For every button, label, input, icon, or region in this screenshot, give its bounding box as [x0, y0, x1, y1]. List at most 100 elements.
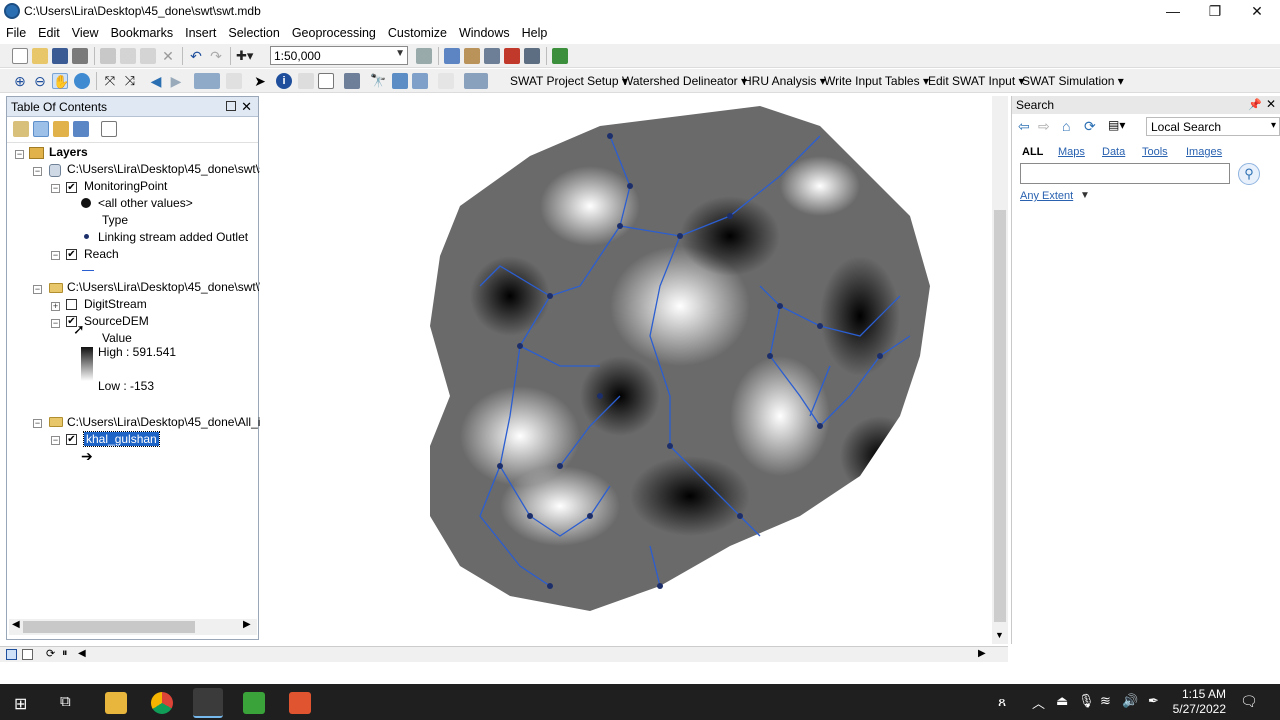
- usb-icon[interactable]: ⏏: [1056, 693, 1068, 709]
- add-data-icon[interactable]: ✚▾: [236, 48, 262, 64]
- hyperlink-icon[interactable]: [298, 73, 314, 89]
- collapse-reach-icon[interactable]: −: [51, 251, 60, 260]
- monitoringpoint-label[interactable]: MonitoringPoint: [84, 179, 167, 193]
- find-icon[interactable]: 🔭: [370, 73, 386, 89]
- home-icon[interactable]: ⌂: [1062, 118, 1070, 134]
- collapse-khal-icon[interactable]: −: [51, 436, 60, 445]
- identify-icon[interactable]: i: [276, 73, 292, 89]
- scroll-down-icon[interactable]: ▼: [995, 630, 1004, 640]
- search-scope-dropdown[interactable]: Local Search ▾: [1146, 117, 1280, 136]
- collapse-sourcedem-icon[interactable]: −: [51, 319, 60, 328]
- collapse-layers-icon[interactable]: −: [15, 150, 24, 159]
- reach-label[interactable]: Reach: [84, 247, 119, 261]
- measure-icon[interactable]: [344, 73, 360, 89]
- redo-icon[interactable]: ↷: [208, 48, 224, 64]
- map-scroll-thumb[interactable]: [994, 210, 1006, 622]
- search-window-icon[interactable]: [484, 48, 500, 64]
- group2-path[interactable]: C:\Users\Lira\Desktop\45_done\swt\W: [67, 280, 270, 294]
- menu-view[interactable]: View: [66, 22, 105, 40]
- search-options-icon[interactable]: ▤▾: [1108, 118, 1132, 132]
- search-input[interactable]: [1020, 163, 1230, 184]
- dem-low-label[interactable]: Low : -153: [98, 379, 154, 393]
- digitstream-checkbox[interactable]: [66, 299, 77, 310]
- monitoringpoint-checkbox[interactable]: ✔: [66, 182, 77, 193]
- toc-autohide-button[interactable]: [226, 101, 236, 111]
- layout-view-icon[interactable]: [22, 649, 33, 660]
- list-by-selection-icon[interactable]: [73, 121, 89, 137]
- select-features-icon[interactable]: [194, 73, 220, 89]
- any-extent-link[interactable]: Any Extent: [1020, 190, 1073, 202]
- save-icon[interactable]: [52, 48, 68, 64]
- clear-selection-icon[interactable]: [226, 73, 242, 89]
- all-other-values-label[interactable]: <all other values>: [98, 196, 193, 210]
- collapse-group1-icon[interactable]: −: [33, 167, 42, 176]
- editor-toolbar-icon[interactable]: [416, 48, 432, 64]
- tab-maps[interactable]: Maps: [1058, 146, 1085, 158]
- menu-file[interactable]: File: [0, 22, 32, 40]
- refresh-icon[interactable]: ⟳: [46, 647, 55, 660]
- toc-options-icon[interactable]: [101, 121, 117, 137]
- menu-customize[interactable]: Customize: [382, 22, 453, 40]
- fixed-zoom-in-icon[interactable]: ⤧: [102, 73, 118, 89]
- scroll-right-icon[interactable]: ▶: [978, 648, 986, 659]
- zoom-in-icon[interactable]: ⊕: [12, 73, 28, 89]
- tab-images[interactable]: Images: [1186, 146, 1222, 158]
- menu-geoprocessing[interactable]: Geoprocessing: [286, 22, 382, 40]
- sourcedem-label[interactable]: SourceDEM: [84, 314, 149, 328]
- python-icon[interactable]: [524, 48, 540, 64]
- task-view-icon[interactable]: ⧉: [60, 693, 71, 710]
- minimize-button[interactable]: —: [1150, 0, 1196, 22]
- collapse-group2-icon[interactable]: −: [33, 285, 42, 294]
- menu-windows[interactable]: Windows: [453, 22, 516, 40]
- fixed-zoom-out-icon[interactable]: ⤨: [122, 73, 138, 89]
- map-scale-combobox[interactable]: 1:50,000 ▼: [270, 46, 408, 65]
- copy-icon[interactable]: [120, 48, 136, 64]
- scroll-left-icon[interactable]: ◀: [12, 619, 20, 630]
- pan-icon[interactable]: ✋: [52, 73, 69, 89]
- group1-path[interactable]: C:\Users\Lira\Desktop\45_done\swt\sv: [67, 162, 271, 176]
- delete-icon[interactable]: ✕: [160, 48, 176, 64]
- search-icon[interactable]: ⚲: [1238, 163, 1260, 185]
- watershed-delineator-menu[interactable]: Watershed Delineator ▾: [622, 74, 747, 88]
- edit-swat-input-menu[interactable]: Edit SWAT Input ▾: [928, 74, 1025, 88]
- list-by-source-icon[interactable]: [33, 121, 49, 137]
- scroll-right-icon[interactable]: ▶: [243, 619, 251, 630]
- swat-project-setup-menu[interactable]: SWAT Project Setup ▾: [510, 74, 628, 88]
- back-icon[interactable]: ⇦: [1018, 118, 1030, 135]
- reach-checkbox[interactable]: ✔: [66, 249, 77, 260]
- new-document-icon[interactable]: [12, 48, 28, 64]
- undo-icon[interactable]: ↶: [188, 48, 204, 64]
- volume-icon[interactable]: 🔊: [1122, 693, 1138, 709]
- toc-horizontal-scrollbar[interactable]: ◀ ▶: [9, 619, 257, 635]
- khal-checkbox[interactable]: ✔: [66, 434, 77, 445]
- catalog-icon[interactable]: [464, 48, 480, 64]
- map-view[interactable]: [260, 96, 1008, 644]
- menu-insert[interactable]: Insert: [179, 22, 222, 40]
- dem-high-label[interactable]: High : 591.541: [98, 345, 176, 359]
- system-clock[interactable]: 1:15 AM 5/27/2022: [1173, 687, 1226, 717]
- hru-analysis-menu[interactable]: HRU Analysis ▾: [743, 74, 826, 88]
- microphone-icon[interactable]: 🎙: [1078, 693, 1095, 709]
- collapse-group3-icon[interactable]: −: [33, 419, 42, 428]
- tab-all[interactable]: ALL: [1022, 146, 1043, 158]
- file-explorer-icon[interactable]: [105, 692, 127, 714]
- chrome-icon[interactable]: [151, 692, 173, 714]
- layers-root-label[interactable]: Layers: [49, 145, 88, 159]
- notifications-icon[interactable]: 🗨: [1240, 693, 1258, 710]
- group3-path[interactable]: C:\Users\Lira\Desktop\45_done\All_in: [67, 415, 267, 429]
- full-extent-icon[interactable]: [74, 73, 90, 89]
- data-view-icon[interactable]: [6, 649, 17, 660]
- list-by-drawing-order-icon[interactable]: [13, 121, 29, 137]
- create-viewer-icon[interactable]: [464, 73, 488, 89]
- time-slider-icon[interactable]: [438, 73, 454, 89]
- forward-extent-icon[interactable]: ▶: [168, 73, 184, 89]
- digitstream-label[interactable]: DigitStream: [84, 297, 147, 311]
- arctoolbox-icon[interactable]: [504, 48, 520, 64]
- camtasia-icon[interactable]: [243, 692, 265, 714]
- print-icon[interactable]: [72, 48, 88, 64]
- swat-simulation-menu[interactable]: SWAT Simulation ▾: [1022, 74, 1124, 88]
- people-icon[interactable]: ጸ: [998, 693, 1006, 710]
- khal-gulshan-label[interactable]: khal_gulshan: [83, 431, 160, 447]
- map-vertical-scrollbar[interactable]: ▼: [992, 96, 1008, 644]
- tab-data[interactable]: Data: [1102, 146, 1125, 158]
